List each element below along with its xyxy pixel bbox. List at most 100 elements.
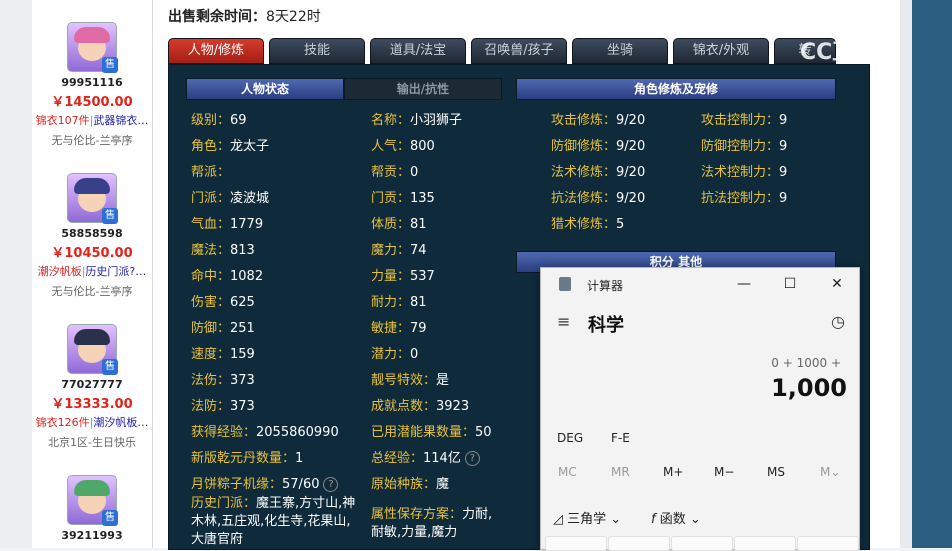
cultivation-value: 9/20	[616, 139, 646, 154]
keypad-key[interactable]	[545, 536, 607, 551]
char-attr-value: 800	[410, 139, 435, 154]
control-value: 9	[779, 165, 788, 180]
deg-button[interactable]: DEG	[557, 431, 583, 445]
listing-card[interactable]: 售 77027777 ￥13333.00 锦衣126件|潮汐帆板… 北京1区-生日快乐	[32, 324, 152, 450]
listing-card[interactable]: 售 58858598 ￥10450.00 潮汐帆板|历史门派?… 无与伦比-兰亭序	[32, 173, 152, 299]
left-edge	[0, 0, 33, 548]
keypad-key[interactable]	[734, 536, 796, 551]
sale-time-label: 出售剩余时间：	[168, 9, 266, 25]
avatar-hair	[74, 178, 110, 194]
char-attr-field: 已用潜能果数量：50	[371, 421, 492, 440]
function-label: 函数	[659, 512, 686, 527]
history-icon[interactable]: ◷	[831, 312, 845, 331]
listing-tag: 武器锦衣…	[93, 114, 149, 127]
listing-tag: 潮汐帆板	[37, 265, 82, 278]
keypad-key[interactable]	[608, 536, 670, 551]
char-attr-key: 魔力：	[371, 243, 411, 258]
listing-tag: 锦衣126件	[35, 416, 90, 429]
char-attr-field: 门贡：135	[371, 187, 435, 206]
char-attr-value: 79	[410, 321, 427, 336]
ms-button[interactable]: MS	[767, 465, 785, 479]
char-attr-field: 原始种族：魔	[371, 473, 449, 492]
char-stat-field: 防御：251	[191, 317, 255, 336]
function-row: ◿ 三角学 ⌄ f 函数 ⌄	[541, 506, 859, 530]
char-stat-value: 373	[230, 373, 255, 388]
mc-button[interactable]: MC	[558, 465, 577, 479]
listing-price: ￥10450.00	[51, 246, 133, 261]
char-stat-value: 813	[230, 243, 255, 258]
history-sects-key: 历史门派：	[191, 496, 257, 511]
listing-tags: 锦衣126件|潮汐帆板…	[35, 416, 149, 429]
control-value: 9	[779, 113, 788, 128]
sale-badge: 售	[102, 57, 118, 73]
hamburger-menu-icon[interactable]: ≡	[557, 312, 570, 331]
calculator-titlebar[interactable]: 计算器 — ☐ ✕	[541, 268, 859, 300]
character-avatar[interactable]: 售	[67, 475, 118, 526]
tab-skills[interactable]: 技能	[269, 38, 365, 64]
listing-id: 77027777	[61, 378, 123, 391]
control-field: 攻击控制力：9	[701, 109, 787, 128]
keypad-key[interactable]	[797, 536, 859, 551]
minimize-icon[interactable]: —	[729, 273, 759, 295]
char-attr-key: 名称：	[371, 113, 411, 128]
tab-character[interactable]: 人物/修炼	[168, 38, 264, 64]
char-attr-field: 名称：小羽狮子	[371, 109, 462, 128]
calculator-display: 1,000	[771, 374, 847, 402]
char-attr-value: 74	[410, 243, 427, 258]
control-key: 防御控制力：	[701, 139, 780, 154]
char-attr-key: 成就点数：	[371, 399, 437, 414]
char-attr-value: 魔	[436, 477, 450, 492]
character-avatar[interactable]: 售	[67, 173, 118, 224]
m-plus-button[interactable]: M+	[663, 465, 683, 479]
char-stat-field: 帮派：	[191, 161, 230, 180]
tab-summons[interactable]: 召唤兽/孩子	[471, 38, 567, 64]
cultivation-key: 猎术修炼：	[551, 217, 617, 232]
char-stat-value: 159	[230, 347, 255, 362]
avatar-hair	[74, 27, 110, 43]
control-key: 攻击控制力：	[701, 113, 780, 128]
char-stat-value: 2055860990	[256, 425, 339, 440]
memory-list-button[interactable]: M⌄	[820, 465, 840, 479]
help-icon[interactable]: ?	[323, 477, 339, 492]
char-stat-key: 命中：	[191, 269, 231, 284]
char-stat-key: 角色：	[191, 139, 231, 154]
char-attr-key: 帮贡：	[371, 165, 411, 180]
fe-button[interactable]: F-E	[611, 431, 630, 445]
char-attr-field: 魔力：74	[371, 239, 427, 258]
char-attr-key: 敏捷：	[371, 321, 411, 336]
trig-dropdown[interactable]: ◿ 三角学 ⌄	[553, 508, 621, 527]
char-stat-value: 57/60	[282, 477, 320, 492]
char-stat-key: 获得经验：	[191, 425, 257, 440]
m-minus-button[interactable]: M−	[714, 465, 734, 479]
attr-plan-key: 属性保存方案：	[371, 507, 463, 522]
keypad-key[interactable]	[671, 536, 733, 551]
control-value: 9	[779, 139, 788, 154]
function-dropdown[interactable]: f 函数 ⌄	[651, 508, 701, 527]
char-stat-field: 月饼粽子机缘：57/60?	[191, 473, 339, 492]
char-attr-key: 体质：	[371, 217, 411, 232]
char-stat-key: 防御：	[191, 321, 231, 336]
char-attr-value: 537	[410, 269, 435, 284]
tab-items[interactable]: 道具/法宝	[370, 38, 466, 64]
listing-card[interactable]: 售 39211993	[32, 475, 152, 548]
cultivation-key: 防御修炼：	[551, 139, 617, 154]
maximize-icon[interactable]: ☐	[775, 273, 805, 295]
tab-appearance[interactable]: 锦衣/外观	[673, 38, 769, 64]
listing-card[interactable]: 售 99951116 ￥14500.00 锦衣107件|武器锦衣… 无与伦比-兰亭序	[32, 22, 152, 148]
cultivation-key: 抗法修炼：	[551, 191, 617, 206]
char-stat-field: 门派：凌波城	[191, 187, 269, 206]
char-stat-field: 命中：1082	[191, 265, 263, 284]
character-avatar[interactable]: 售	[67, 22, 118, 73]
help-icon[interactable]: ?	[464, 451, 480, 466]
section-char-status[interactable]: 人物状态	[186, 78, 344, 100]
char-stat-value: 凌波城	[230, 191, 270, 206]
char-stat-value: 1	[295, 451, 304, 466]
cultivation-value: 5	[616, 217, 625, 232]
section-output-resist[interactable]: 输出/抗性	[344, 78, 502, 100]
mr-button[interactable]: MR	[611, 465, 630, 479]
char-attr-key: 门贡：	[371, 191, 411, 206]
char-stat-value: 625	[230, 295, 255, 310]
tab-mounts[interactable]: 坐骑	[572, 38, 668, 64]
character-avatar[interactable]: 售	[67, 324, 118, 375]
close-icon[interactable]: ✕	[822, 273, 852, 295]
